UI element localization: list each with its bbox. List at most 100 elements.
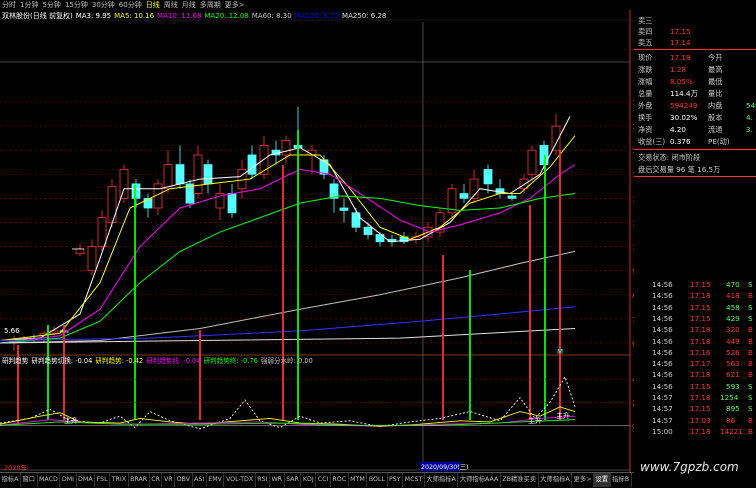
indicator-line-green [0,419,576,426]
m-marker: M [557,348,563,356]
tick-price: 17.18 [690,370,711,380]
indicator-tab-4[interactable]: DMA [77,473,96,487]
indicator-tab-5[interactable]: FSL [95,473,111,487]
period-tab-0[interactable]: 分时 [0,0,18,10]
watermark: www.7gpzb.com [640,460,739,474]
indicator-tab-14[interactable]: RSI [256,473,270,487]
stat-label2: 量比 [708,89,723,98]
indicator-tab-1[interactable]: 窗口 [21,473,38,487]
indicator-tab-18[interactable]: CCI [316,473,331,487]
indicator-tab-20[interactable]: MTM [349,473,368,487]
indicator-tab-12[interactable]: EMV [207,473,225,487]
stat-label: 净资 [638,125,653,134]
period-tab-1[interactable]: 1分钟 [18,0,40,10]
tick-time: 14:56 [652,370,673,380]
indicator-tab-9[interactable]: VR [162,473,176,487]
indicator-tab-24[interactable]: 大师指标A [425,473,459,487]
tick-row: 14:56 17.18 418 B [634,290,756,301]
indicator-tab-17[interactable]: KDJ [301,473,317,487]
tick-row: 14:56 17.18 621 B [634,369,756,380]
indicator-tab-13[interactable]: VOL-TDX [224,473,256,487]
candle-body [131,183,141,199]
period-tab-5[interactable]: 60分钟 [117,0,144,10]
tick-row: 14:56 17.15 470 S [634,279,756,290]
indicator-legend-item: 研判趋势 [2,357,29,365]
tick-dir: S [748,404,753,414]
indicator-tab-28[interactable]: 更多> [572,473,594,487]
tick-dir: B [748,415,753,425]
tick-vol: 418 [726,291,740,301]
ma10-line [0,164,576,344]
indicator-tab-7[interactable]: BRAR [129,473,150,487]
indicator-tab-26[interactable]: ZB精准买卖 [501,473,539,487]
trade-status: 交易状态: 闭市阶段 [638,153,701,162]
tick-price: 17.18 [690,426,711,436]
ma-legend-item: MA250: 6.28 [342,12,387,20]
indicator-tab-30[interactable]: 指标B [611,473,632,487]
tick-vol: 1254 [720,393,739,402]
stat-label2: PE(动) [708,137,730,146]
tick-row: 14:57 17.18 1254 S [634,392,756,403]
ask-row: 卖五 17.14 [634,37,756,48]
ma5-line [0,135,576,342]
stat-label: 总量 [638,89,653,98]
tick-row: 14:56 17.15 593 S [634,381,756,392]
tick-dir: B [748,291,753,301]
period-tab-3[interactable]: 15分钟 [63,0,90,10]
candle-body [203,164,213,185]
tick-vol: 320 [726,325,740,335]
candle-body [527,149,537,175]
indicator-tab-23[interactable]: MCST [403,473,425,487]
tick-vol: 593 [726,381,740,391]
tick-row: 14:56 17.15 429 S [634,313,756,324]
ask-price: 17.15 [670,27,691,36]
candle-body [97,217,107,247]
stat-label: 收益(三) [638,137,666,146]
tick-vol: 526 [726,347,740,357]
indicator-tab-27[interactable]: 大师指标A [539,473,573,487]
stat-value: 4.20 [670,125,687,134]
indicator-tab-8[interactable]: CR [150,473,163,487]
stat-label2: 最低 [708,77,723,86]
ask-row: 卖三 [634,15,756,26]
indicator-tab-15[interactable]: WR [270,473,285,487]
indicator-tab-6[interactable]: TRIX [110,473,129,487]
stat-value: 114.4万 [670,89,698,98]
period-tab-4[interactable]: 30分钟 [90,0,117,10]
tick-time: 14:56 [652,336,673,346]
period-tab-2[interactable]: 5分钟 [40,0,62,10]
period-tab-8[interactable]: 月线 [180,0,198,10]
tick-row: 14:56 17.15 458 S [634,302,756,313]
indicator-tab-0[interactable]: 指标A [0,473,21,487]
tick-vol: 86 [726,415,736,425]
indicator-tab-25[interactable]: 大师指标AAA [458,473,501,487]
tick-vol: 621 [726,370,740,380]
indicator-tab-3[interactable]: DMI [60,473,77,487]
indicator-tab-11[interactable]: ASI [193,473,207,487]
candle-body [507,195,517,199]
indicator-legend-item: 研判趋势: -0.42 [95,357,144,365]
ma-legend-item: MA60: 8.30 [251,12,292,20]
status-row: 交易状态: 闭市阶段 [634,152,756,163]
tick-time: 14:56 [652,313,673,323]
indicator-tab-16[interactable]: SAR [285,473,302,487]
period-tab-9[interactable]: 多周期 [198,0,223,10]
tick-dir: B [748,359,753,369]
indicator-tab-22[interactable]: PSY [388,473,404,487]
tick-dir: B [748,336,753,346]
tick-row: 14:56 17.18 449 B [634,336,756,347]
tick-vol: 429 [726,313,740,323]
stat-label2: 流通 [708,125,723,134]
indicator-tab-2[interactable]: MACD [38,473,61,487]
tick-vol: 458 [726,302,740,312]
period-tab-7[interactable]: 周线 [162,0,180,10]
indicator-tab-29[interactable]: 设置 [594,473,611,487]
toolbar-more[interactable]: 更多> [223,0,247,10]
tick-dir: S [748,393,753,402]
stat-row: 总量 114.4万 量比 [634,88,756,99]
indicator-tab-10[interactable]: OBV [175,473,193,487]
period-tab-6[interactable]: 日线 [144,0,162,10]
indicator-tab-21[interactable]: BOLL [367,473,388,487]
indicator-tab-19[interactable]: ROC [331,473,349,487]
stat-label2: 内盘 [708,101,723,110]
